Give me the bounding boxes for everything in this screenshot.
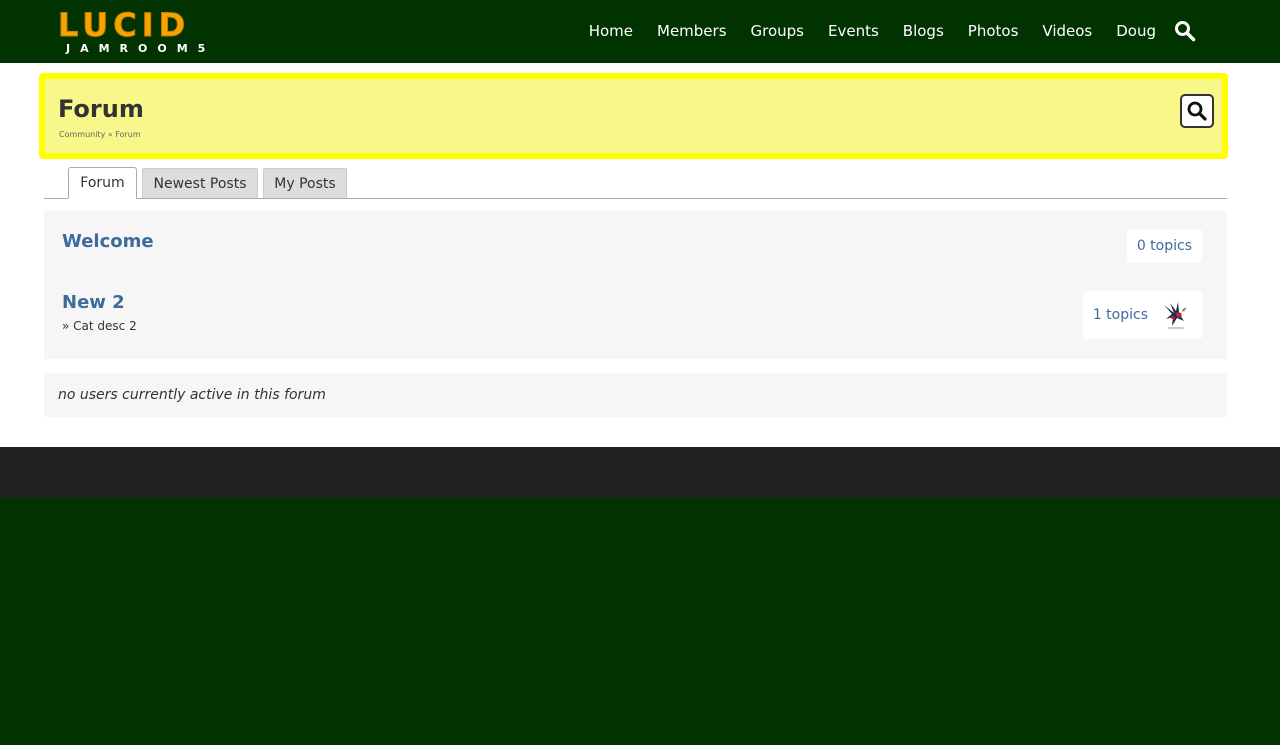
list-item: New 2 » Cat desc 2 [62, 292, 137, 333]
nav-videos[interactable]: Videos [1030, 0, 1104, 63]
eagle-avatar-icon[interactable] [1160, 299, 1192, 331]
list-item: Welcome [62, 231, 154, 252]
site-logo[interactable]: LUCID JAMROOM5 [57, 6, 230, 56]
topics-count-new-2[interactable]: 1 topics [1082, 291, 1202, 339]
tab-my-posts[interactable]: My Posts [263, 168, 347, 198]
nav-home[interactable]: Home [577, 0, 645, 63]
search-icon [1187, 101, 1207, 121]
nav-user-doug[interactable]: Doug [1104, 0, 1168, 63]
footer [0, 447, 1280, 498]
forum-tabs: Forum Newest Posts My Posts [44, 167, 1227, 199]
nav-blogs[interactable]: Blogs [891, 0, 956, 63]
forum-category-list: Welcome 0 topics New 2 » Cat desc 2 1 to… [44, 211, 1227, 359]
logo-text: LUCID [57, 6, 191, 44]
main-content: Forum Community » Forum Forum Newest Pos… [0, 63, 1280, 447]
tab-newest-posts[interactable]: Newest Posts [142, 168, 258, 198]
nav-groups[interactable]: Groups [739, 0, 816, 63]
main-nav: Home Members Groups Events Blogs Photos … [577, 0, 1168, 63]
logo-tagline: JAMROOM5 [66, 42, 216, 55]
category-title-new-2[interactable]: New 2 [62, 292, 137, 313]
nav-events[interactable]: Events [816, 0, 891, 63]
top-navbar: LUCID JAMROOM5 Home Members Groups Event… [0, 0, 1280, 63]
page-header: Forum Community » Forum [39, 73, 1228, 159]
page-title: Forum [58, 95, 144, 123]
nav-photos[interactable]: Photos [956, 0, 1031, 63]
topics-count-welcome[interactable]: 0 topics [1126, 229, 1202, 263]
breadcrumb[interactable]: Community » Forum [59, 130, 141, 139]
topics-count-label: 1 topics [1092, 307, 1148, 323]
category-description: » Cat desc 2 [62, 319, 137, 333]
nav-members[interactable]: Members [645, 0, 739, 63]
search-icon[interactable] [1174, 20, 1196, 42]
active-users-notice: no users currently active in this forum [44, 373, 1227, 417]
tab-forum[interactable]: Forum [68, 167, 137, 199]
topics-count-label: 0 topics [1136, 238, 1192, 254]
forum-search-button[interactable] [1180, 94, 1214, 128]
category-title-welcome[interactable]: Welcome [62, 231, 154, 252]
